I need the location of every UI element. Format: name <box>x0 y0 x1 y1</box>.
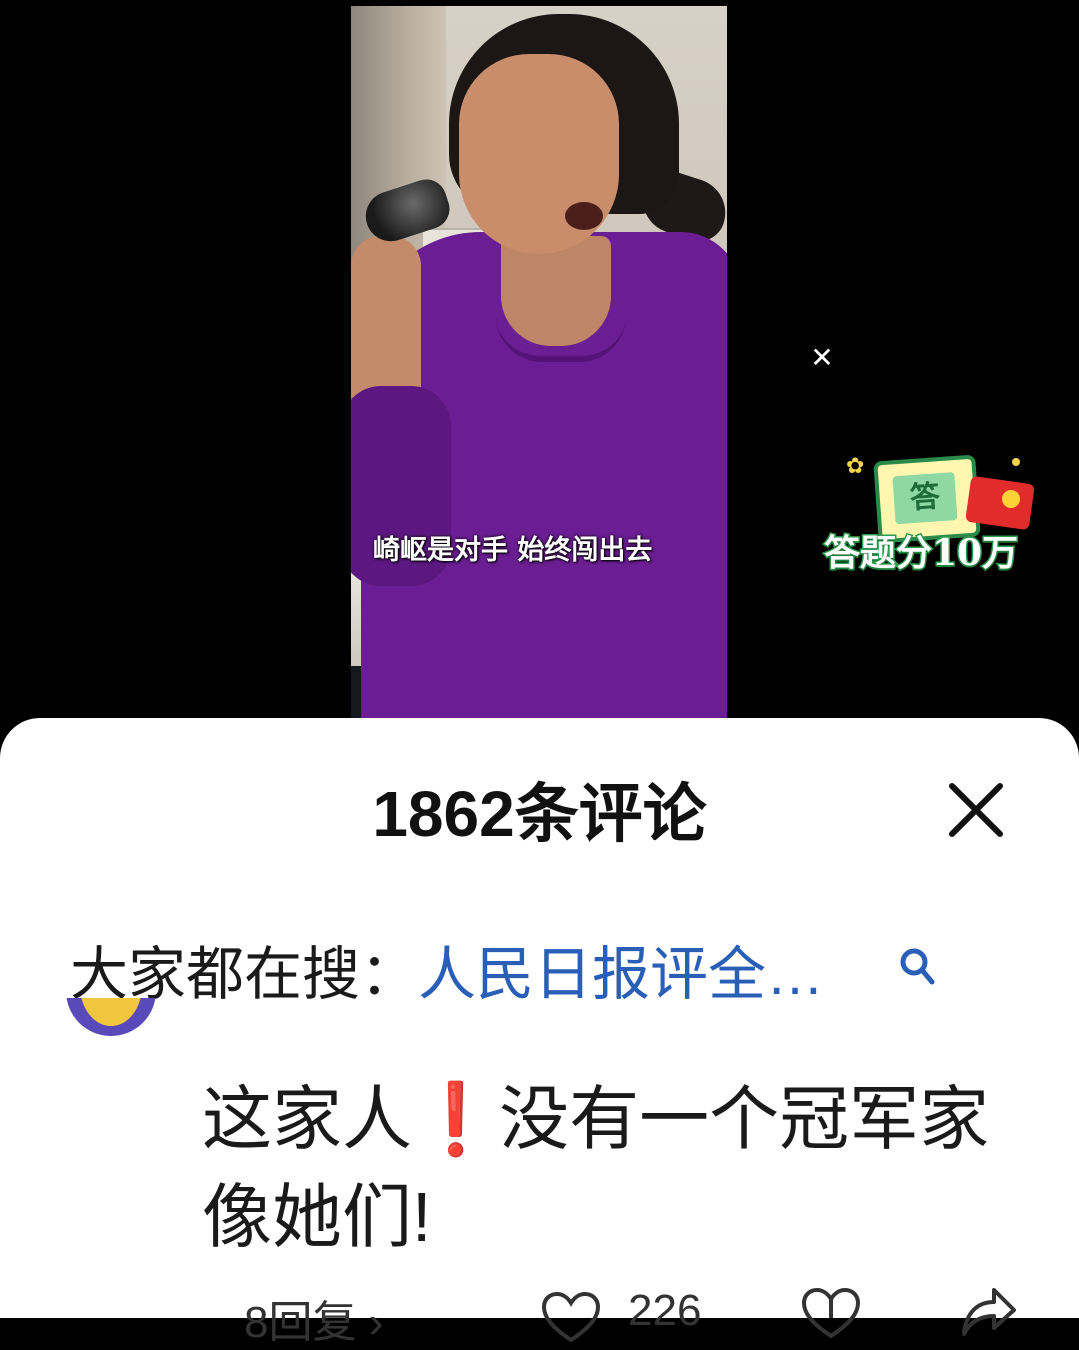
dislike-icon[interactable] <box>800 1288 862 1340</box>
sparkle-icon: ✿ <box>846 454 865 479</box>
comment-text: 这家人❗没有一个冠军家像她们! <box>202 1070 1022 1266</box>
exclamation-emoji: ❗ <box>412 1080 500 1158</box>
red-envelope-icon <box>965 475 1035 531</box>
share-icon[interactable] <box>956 1282 1018 1342</box>
video-person-neck <box>501 236 611 346</box>
sparkle-dot <box>1012 458 1020 466</box>
video-subtitle: 崎岖是对手 始终闯出去 <box>373 535 653 566</box>
trending-search[interactable]: 大家都在搜：人民日报评全… <box>70 940 824 1010</box>
video-player[interactable]: 崎岖是对手 始终闯出去 <box>351 6 727 718</box>
comment-actions: 8回复 › 226 <box>0 1278 1079 1347</box>
comments-title: 1862条评论 <box>372 778 707 850</box>
like-icon[interactable] <box>540 1292 602 1344</box>
quiz-ad-label: 答题分10万 <box>822 531 1019 576</box>
coin-icon <box>1002 490 1020 508</box>
comment-text-part: 这家人 <box>202 1080 412 1158</box>
search-icon[interactable] <box>896 946 938 988</box>
close-icon[interactable]: ✕ <box>806 342 838 374</box>
close-icon[interactable] <box>944 778 1008 842</box>
quiz-card-glyph: 答 <box>892 472 958 525</box>
like-count: 226 <box>628 1286 702 1335</box>
video-person-face <box>459 54 619 254</box>
quiz-ad-widget[interactable]: ✿ 答 答题分10万 <box>822 452 1054 576</box>
video-person-mouth <box>565 202 603 230</box>
avatar[interactable] <box>66 998 156 1088</box>
trending-search-query[interactable]: 人民日报评全… <box>418 942 824 1007</box>
replies-link[interactable]: 8回复 › <box>244 1286 383 1350</box>
comments-sheet: 1862条评论 大家都在搜：人民日报评全… 这家人❗没有一个冠军家像她们! 8回… <box>0 718 1079 1347</box>
